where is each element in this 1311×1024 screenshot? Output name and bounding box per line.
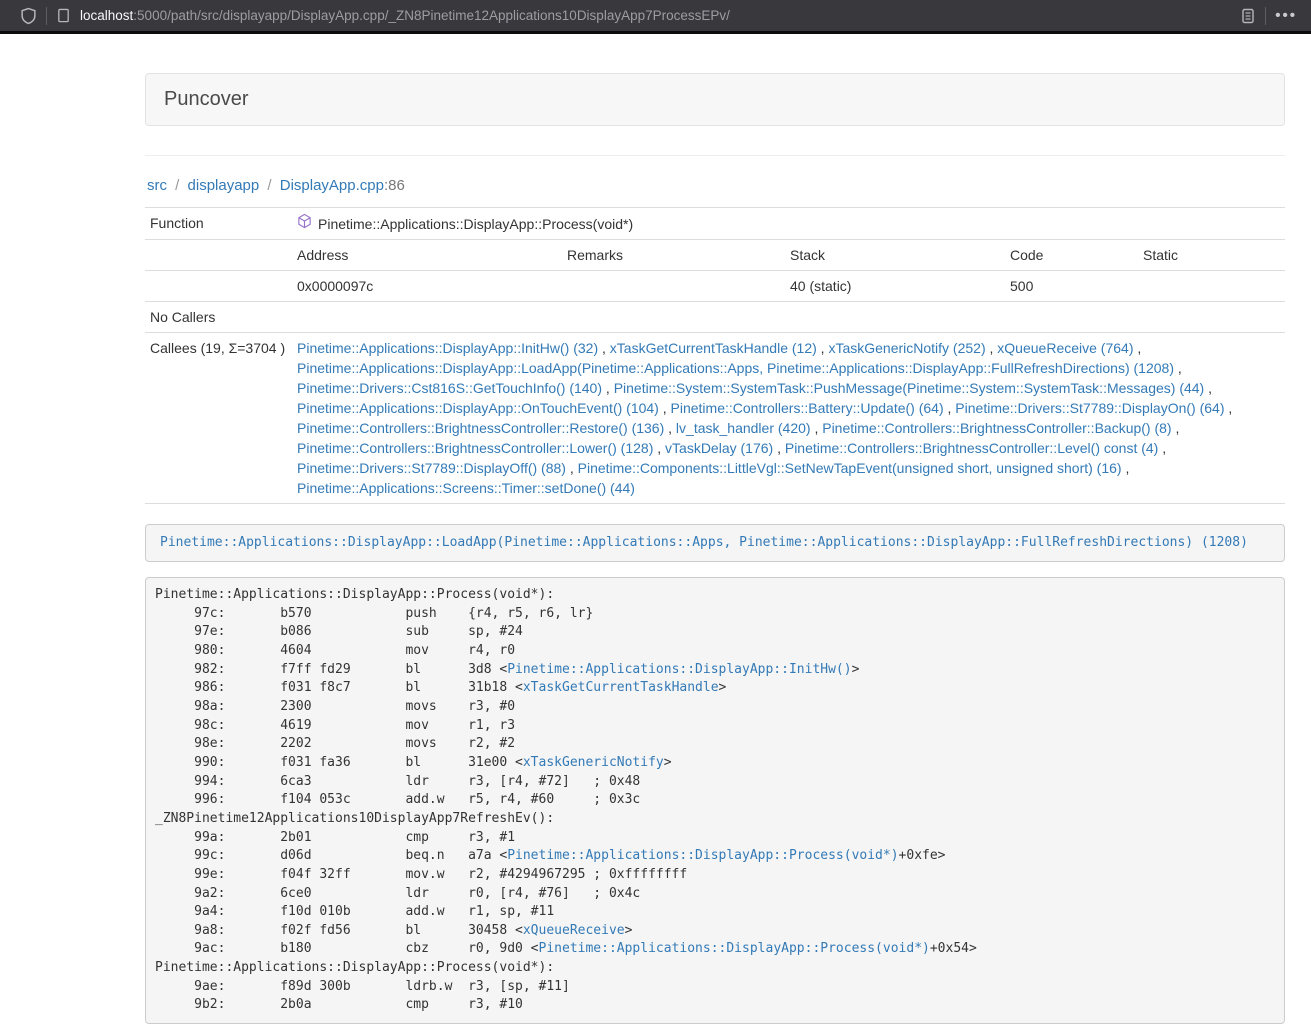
- page-icon[interactable]: [56, 7, 71, 24]
- app-title-panel: Puncover: [145, 73, 1285, 126]
- callee-separator: ,: [817, 340, 829, 356]
- breadcrumb-separator: /: [167, 177, 188, 194]
- disassembly-symbol-link[interactable]: xTaskGetCurrentTaskHandle: [523, 680, 719, 695]
- callee-separator: ,: [602, 380, 614, 396]
- no-callers-row: No Callers: [145, 302, 1285, 333]
- breadcrumb-line-number: :86: [384, 177, 405, 194]
- callee-separator: ,: [1225, 400, 1233, 416]
- callees-row: Callees (19, Σ=3704 ) Pinetime::Applicat…: [145, 333, 1285, 504]
- address-value: 0x0000097c: [292, 271, 562, 302]
- callee-separator: ,: [986, 340, 998, 356]
- callee-separator: ,: [659, 400, 671, 416]
- callee-link[interactable]: xTaskGetCurrentTaskHandle (12): [610, 340, 817, 356]
- no-callers-label: No Callers: [145, 302, 292, 333]
- disassembly-symbol-link[interactable]: Pinetime::Applications::DisplayApp::Init…: [507, 662, 851, 677]
- page-content: Puncover src / displayapp / DisplayApp.c…: [145, 73, 1285, 1024]
- function-row-label: Function: [145, 208, 292, 240]
- browser-toolbar: localhost:5000/path/src/displayapp/Displ…: [0, 0, 1311, 34]
- symbol-cube-icon: [297, 213, 312, 234]
- disassembly-symbol-link[interactable]: xTaskGenericNotify: [523, 755, 664, 770]
- col-header-address: Address: [292, 240, 562, 271]
- divider: [145, 155, 1285, 156]
- highlighted-callee-link[interactable]: Pinetime::Applications::DisplayApp::Load…: [160, 535, 1248, 550]
- url-host: localhost: [80, 8, 133, 23]
- code-value: 500: [1005, 271, 1138, 302]
- callee-link[interactable]: Pinetime::Applications::DisplayApp::Load…: [297, 360, 1174, 376]
- toolbar-separator: [1265, 7, 1266, 25]
- callee-separator: ,: [566, 460, 578, 476]
- callee-link[interactable]: xQueueReceive (764): [997, 340, 1133, 356]
- callee-link[interactable]: Pinetime::Applications::DisplayApp::OnTo…: [297, 400, 659, 416]
- stats-header-row: Address Remarks Stack Code Static: [145, 240, 1285, 271]
- callees-list: Pinetime::Applications::DisplayApp::Init…: [292, 333, 1285, 504]
- shield-icon[interactable]: [20, 7, 37, 25]
- breadcrumb: src / displayapp / DisplayApp.cpp:86: [147, 177, 1285, 194]
- callee-separator: ,: [1204, 380, 1212, 396]
- col-header-stack: Stack: [785, 240, 1005, 271]
- callee-link[interactable]: lv_task_handler (420): [676, 420, 811, 436]
- url-path: :5000/path/src/displayapp/DisplayApp.cpp…: [133, 8, 730, 23]
- toolbar-separator: [46, 7, 47, 25]
- stats-value-row: 0x0000097c 40 (static) 500: [145, 271, 1285, 302]
- callee-separator: ,: [1122, 460, 1130, 476]
- callee-link[interactable]: Pinetime::Controllers::BrightnessControl…: [297, 440, 653, 456]
- callee-link[interactable]: Pinetime::Applications::DisplayApp::Init…: [297, 340, 598, 356]
- static-value: [1138, 271, 1285, 302]
- callee-separator: ,: [1133, 340, 1141, 356]
- callee-link[interactable]: vTaskDelay (176): [665, 440, 773, 456]
- disassembly-symbol-link[interactable]: Pinetime::Applications::DisplayApp::Proc…: [539, 941, 930, 956]
- callee-separator: ,: [773, 440, 785, 456]
- callees-label: Callees (19, Σ=3704 ): [145, 333, 292, 504]
- stack-value: 40 (static): [785, 271, 1005, 302]
- callee-link[interactable]: Pinetime::Controllers::BrightnessControl…: [822, 420, 1171, 436]
- function-info-table: Function Pinetime::Applications::Display…: [145, 207, 1285, 504]
- callee-separator: ,: [598, 340, 610, 356]
- remarks-value: [562, 271, 785, 302]
- callee-link[interactable]: Pinetime::Drivers::Cst816S::GetTouchInfo…: [297, 380, 602, 396]
- highlighted-callee-box: Pinetime::Applications::DisplayApp::Load…: [145, 524, 1285, 562]
- breadcrumb-separator: /: [259, 177, 280, 194]
- callee-link[interactable]: Pinetime::Components::LittleVgl::SetNewT…: [578, 460, 1122, 476]
- callee-link[interactable]: Pinetime::Applications::Screens::Timer::…: [297, 480, 635, 496]
- callee-link[interactable]: Pinetime::Controllers::BrightnessControl…: [785, 440, 1158, 456]
- function-name: Pinetime::Applications::DisplayApp::Proc…: [318, 214, 633, 234]
- col-header-remarks: Remarks: [562, 240, 785, 271]
- disassembly-block: Pinetime::Applications::DisplayApp::Proc…: [145, 577, 1285, 1024]
- callee-link[interactable]: Pinetime::Drivers::St7789::DisplayOn() (…: [955, 400, 1224, 416]
- menu-dots-icon[interactable]: •••: [1275, 8, 1297, 23]
- callee-link[interactable]: Pinetime::Drivers::St7789::DisplayOff() …: [297, 460, 566, 476]
- callee-link[interactable]: Pinetime::Controllers::Battery::Update()…: [671, 400, 944, 416]
- callee-separator: ,: [811, 420, 823, 436]
- breadcrumb-link[interactable]: displayapp: [188, 177, 260, 194]
- col-header-code: Code: [1005, 240, 1138, 271]
- function-row: Function Pinetime::Applications::Display…: [145, 208, 1285, 240]
- url-bar[interactable]: localhost:5000/path/src/displayapp/Displ…: [80, 8, 1240, 23]
- callee-separator: ,: [1172, 420, 1180, 436]
- callee-link[interactable]: xTaskGenericNotify (252): [828, 340, 985, 356]
- callee-link[interactable]: Pinetime::Controllers::BrightnessControl…: [297, 420, 664, 436]
- disassembly-symbol-link[interactable]: Pinetime::Applications::DisplayApp::Proc…: [507, 848, 898, 863]
- callee-separator: ,: [944, 400, 956, 416]
- callee-separator: ,: [664, 420, 676, 436]
- col-header-static: Static: [1138, 240, 1285, 271]
- callee-link[interactable]: Pinetime::System::SystemTask::PushMessag…: [614, 380, 1205, 396]
- page-title: Puncover: [164, 88, 249, 110]
- breadcrumb-link[interactable]: DisplayApp.cpp: [280, 177, 384, 194]
- callee-separator: ,: [653, 440, 665, 456]
- callee-separator: ,: [1174, 360, 1182, 376]
- breadcrumb-link[interactable]: src: [147, 177, 167, 194]
- callee-separator: ,: [1158, 440, 1166, 456]
- disassembly-symbol-link[interactable]: xQueueReceive: [523, 923, 625, 938]
- reader-view-icon[interactable]: [1240, 7, 1256, 25]
